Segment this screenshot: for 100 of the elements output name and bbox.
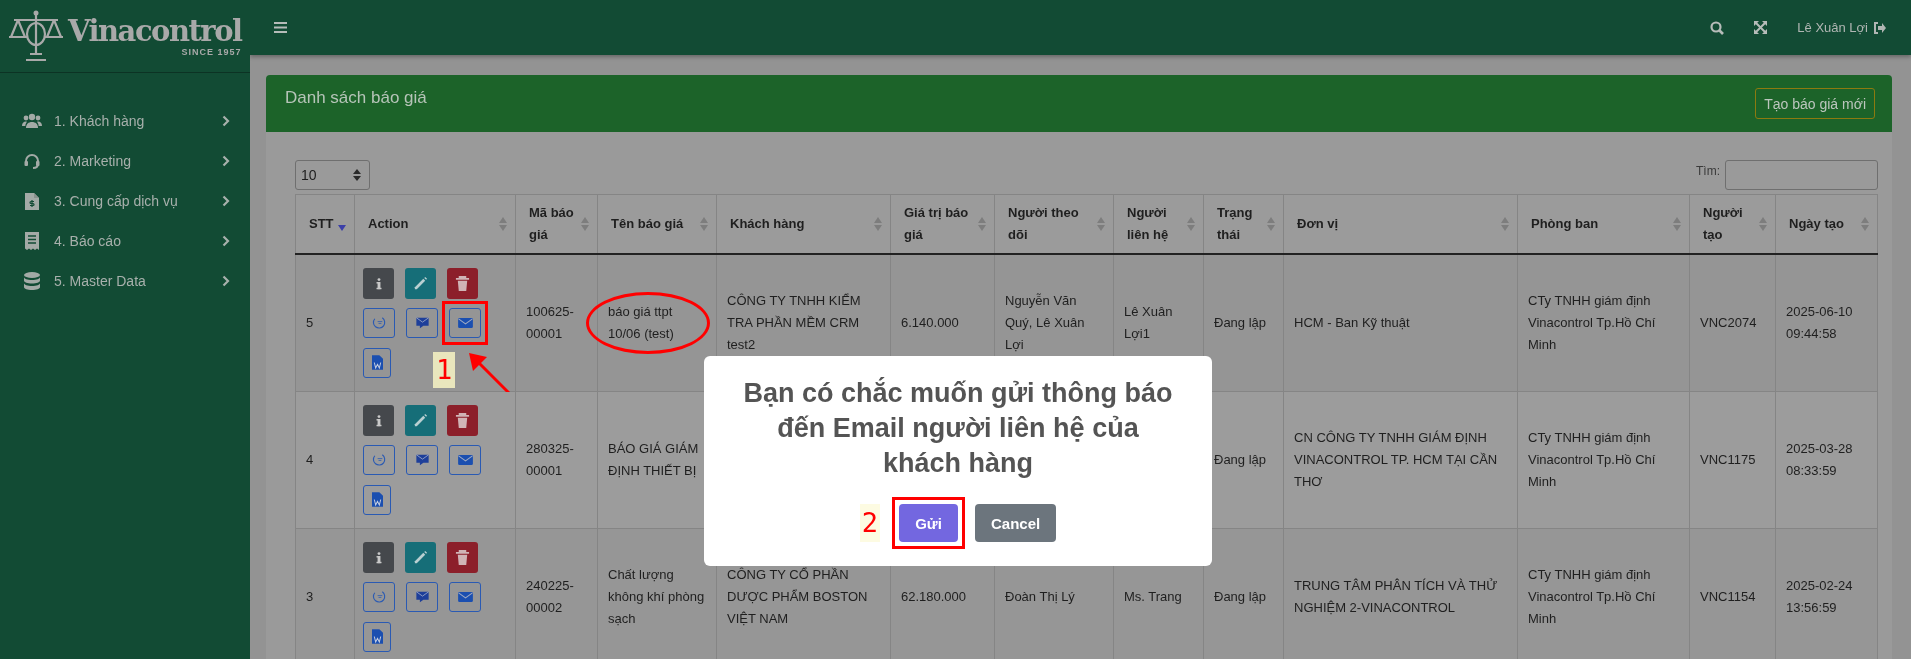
table-cell: VNC1175 (1689, 391, 1776, 528)
table-cell: HCM - Ban Kỹ thuật (1283, 254, 1518, 391)
email-button[interactable] (449, 581, 481, 612)
zalo-button[interactable] (363, 581, 395, 612)
database-icon (24, 272, 40, 290)
chevron-right-icon (222, 275, 230, 287)
email-button[interactable] (449, 444, 481, 475)
column-header[interactable]: Người tạo (1689, 194, 1776, 254)
column-header[interactable]: Tên báo giá (597, 194, 717, 254)
headset-icon (23, 152, 41, 170)
email-button[interactable] (449, 307, 481, 338)
sort-icon[interactable] (874, 216, 882, 232)
sort-icon[interactable] (1861, 216, 1869, 232)
column-header[interactable]: STT (295, 194, 355, 254)
sidebar-item[interactable]: 3. Cung cấp dịch vụ (0, 181, 250, 221)
updown-icon (353, 169, 361, 181)
edit-button[interactable] (405, 267, 436, 299)
sidebar-item[interactable]: 1. Khách hàng (0, 101, 250, 141)
message-button[interactable] (406, 581, 438, 612)
sort-icon[interactable] (499, 216, 507, 232)
sort-icon[interactable] (581, 216, 589, 232)
invoice-icon (25, 192, 39, 210)
table-cell: 3 (295, 528, 355, 659)
table-cell: VNC2074 (1689, 254, 1776, 391)
sms-icon (414, 315, 430, 330)
table-cell: 5 (295, 254, 355, 391)
column-header[interactable]: Người theo dõi (994, 194, 1114, 254)
table-cell: CTy TNHH giám định Vinacontrol Tp.Hồ Chí Minh (1517, 391, 1690, 528)
logo-tagline: SINCE 1957 (181, 47, 242, 57)
column-header[interactable]: Người liên hệ (1113, 194, 1204, 254)
word-icon (371, 492, 383, 507)
message-button[interactable] (406, 307, 438, 338)
edit-button[interactable] (405, 541, 436, 573)
menu-icon[interactable] (274, 22, 287, 33)
table-cell: CTy TNHH giám định Vinacontrol Tp.Hồ Chí Minh (1517, 528, 1690, 659)
new-quote-button[interactable]: Tạo báo giá mới (1755, 88, 1875, 119)
column-header[interactable]: Phòng ban (1517, 194, 1690, 254)
delete-button[interactable] (447, 267, 478, 299)
zalo-button[interactable] (363, 307, 395, 338)
message-button[interactable] (406, 444, 438, 475)
word-icon (371, 355, 383, 371)
panel-title: Danh sách báo giá (285, 88, 427, 108)
page-size-select[interactable]: 10 (295, 160, 370, 190)
delete-button[interactable] (447, 541, 478, 573)
table-cell: Đang lập (1203, 528, 1284, 659)
cancel-button[interactable]: Cancel (975, 504, 1057, 542)
sort-icon[interactable] (1267, 216, 1275, 232)
receipt-icon (25, 232, 39, 250)
delete-icon (455, 549, 470, 565)
delete-icon (455, 412, 470, 428)
column-header[interactable]: Action (354, 194, 516, 254)
send-button[interactable]: Gửi (899, 504, 959, 542)
word-document-button[interactable] (363, 484, 391, 515)
email-icon (457, 590, 473, 603)
sidebar-item[interactable]: 5. Master Data (0, 261, 250, 301)
table-cell: CTy TNHH giám định Vinacontrol Tp.Hồ Chí Minh (1517, 254, 1690, 391)
table-cell: 240225-00002 (515, 528, 598, 659)
table-cell: 2025-06-10 09:44:58 (1775, 254, 1878, 391)
info-button[interactable] (363, 541, 394, 573)
sort-icon[interactable] (700, 216, 708, 232)
info-button[interactable] (363, 267, 394, 299)
zalo-icon (371, 452, 387, 467)
users-icon (22, 113, 42, 129)
sort-icon[interactable] (1097, 216, 1105, 232)
step-number: 2 (859, 504, 881, 542)
word-document-button[interactable] (363, 621, 391, 652)
fullscreen-icon[interactable] (1754, 21, 1768, 34)
word-document-button[interactable] (363, 347, 391, 378)
zalo-button[interactable] (363, 444, 395, 475)
search-icon[interactable] (1710, 20, 1725, 35)
sms-icon (414, 589, 430, 604)
sign-out-icon (1873, 21, 1886, 34)
table-cell: 100625-00001 (515, 254, 598, 391)
info-button[interactable] (363, 404, 394, 436)
edit-button[interactable] (405, 404, 436, 436)
user-menu[interactable]: Lê Xuân Lợi (1797, 20, 1886, 35)
chevron-right-icon (222, 155, 230, 167)
sort-icon[interactable] (1501, 216, 1509, 232)
step-number: 1 (433, 352, 456, 388)
sidebar-item[interactable]: 2. Marketing (0, 141, 250, 181)
sort-icon[interactable] (978, 216, 986, 232)
column-header[interactable]: Giá trị báo giá (890, 194, 995, 254)
table-cell: Đang lập (1203, 254, 1284, 391)
column-header[interactable]: Đơn vị (1283, 194, 1518, 254)
email-icon (457, 316, 473, 329)
sort-icon[interactable] (1673, 216, 1681, 232)
table-cell: 4 (295, 391, 355, 528)
delete-button[interactable] (447, 404, 478, 436)
word-icon (371, 629, 383, 644)
logo-wordmark: Vinacontrol (68, 15, 242, 47)
sort-icon[interactable] (1759, 216, 1767, 232)
sidebar-item[interactable]: 4. Báo cáo (0, 221, 250, 261)
column-header[interactable]: Mã báo giá (515, 194, 598, 254)
search-field[interactable] (1725, 160, 1878, 190)
column-header[interactable]: Trạng thái (1203, 194, 1284, 254)
sort-icon[interactable] (1187, 216, 1195, 232)
column-header[interactable]: Ngày tạo (1775, 194, 1878, 254)
column-header[interactable]: Khách hàng (716, 194, 891, 254)
table-cell: 2025-02-24 13:56:59 (1775, 528, 1878, 659)
chevron-right-icon (222, 115, 230, 127)
